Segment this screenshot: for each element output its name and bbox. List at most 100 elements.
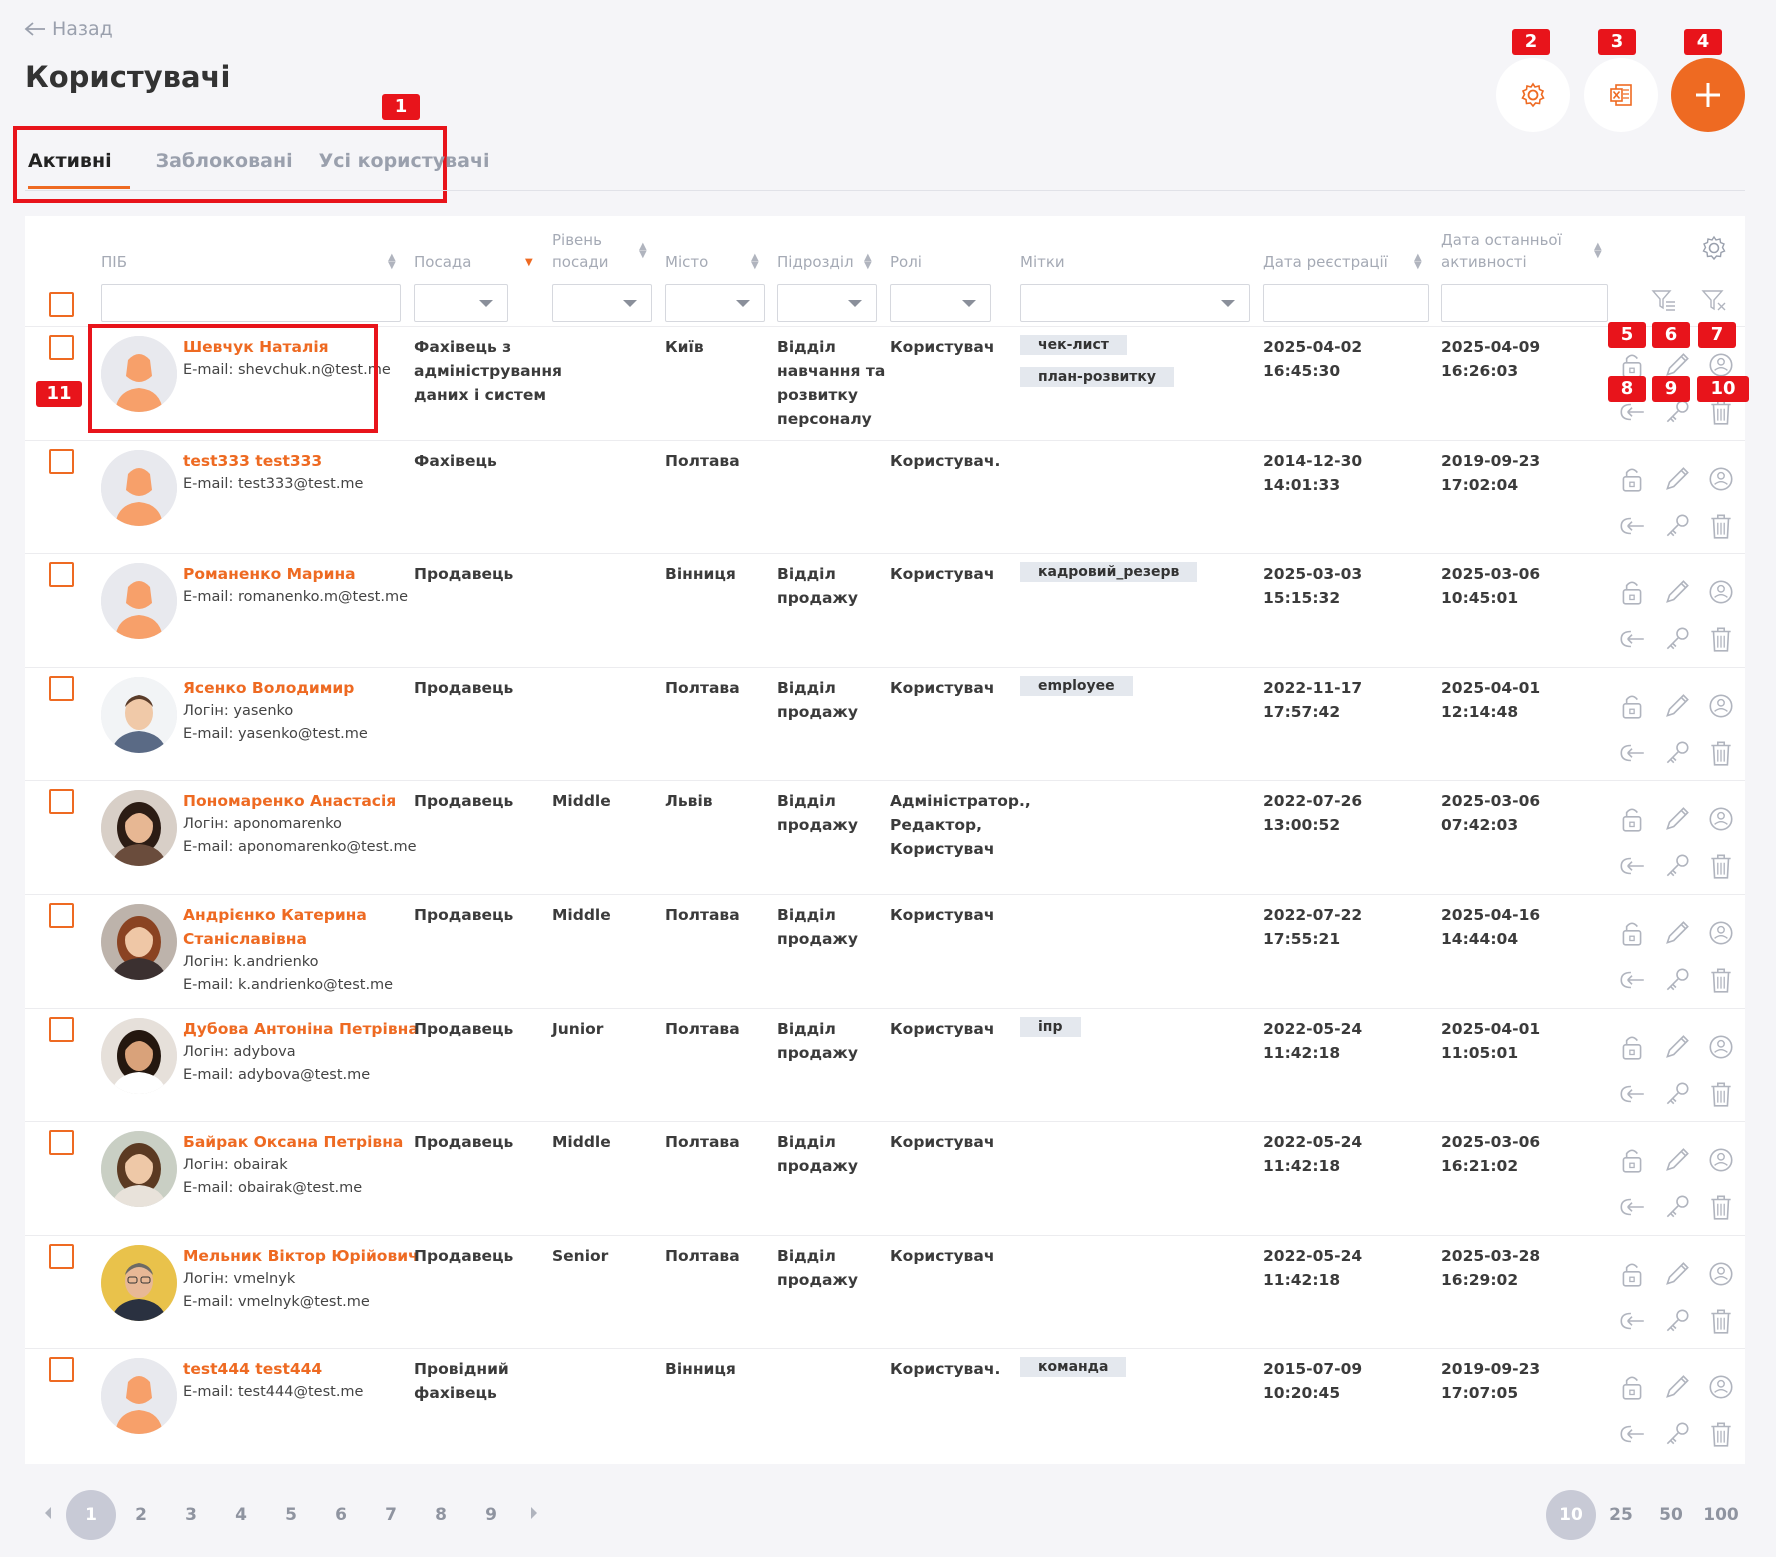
key-icon[interactable] xyxy=(1662,624,1692,654)
page-9-button[interactable]: 9 xyxy=(466,1490,516,1540)
user-badge-icon[interactable] xyxy=(1706,918,1736,948)
pencil-icon[interactable] xyxy=(1662,464,1692,494)
user-tag[interactable]: план-розвитку xyxy=(1020,367,1175,387)
page-size-25-button[interactable]: 25 xyxy=(1596,1490,1646,1540)
user-badge-icon[interactable] xyxy=(1706,691,1736,721)
col-position[interactable]: Посада xyxy=(414,251,471,273)
col-last-active-line1[interactable]: Дата останньої xyxy=(1441,229,1562,251)
pencil-icon[interactable] xyxy=(1662,804,1692,834)
export-excel-button[interactable] xyxy=(1584,58,1658,132)
key-icon[interactable] xyxy=(1662,1079,1692,1109)
trash-icon[interactable] xyxy=(1706,511,1736,541)
filter-city-select[interactable] xyxy=(665,284,765,322)
sort-position-active[interactable]: ▼ xyxy=(525,258,533,268)
page-size-50-button[interactable]: 50 xyxy=(1646,1490,1696,1540)
prev-page-button[interactable] xyxy=(30,1490,66,1540)
logout-icon[interactable] xyxy=(1617,1306,1647,1336)
user-name-link-cont[interactable]: Станіславівна xyxy=(183,927,307,951)
lock-icon[interactable] xyxy=(1617,691,1647,721)
pencil-icon[interactable] xyxy=(1662,1259,1692,1289)
user-badge-icon[interactable] xyxy=(1706,577,1736,607)
lock-icon[interactable] xyxy=(1617,1259,1647,1289)
page-6-button[interactable]: 6 xyxy=(316,1490,366,1540)
user-name-link[interactable]: test444 test444 xyxy=(183,1357,322,1381)
user-badge-icon[interactable] xyxy=(1706,804,1736,834)
user-tag[interactable]: кадровий_резерв xyxy=(1020,562,1198,582)
filter-fio-input[interactable] xyxy=(101,284,401,322)
columns-settings-icon[interactable] xyxy=(1700,234,1728,262)
logout-icon[interactable] xyxy=(1617,624,1647,654)
row-checkbox[interactable] xyxy=(49,1130,74,1155)
back-link[interactable]: Назад xyxy=(24,18,113,40)
filter-roles-select[interactable] xyxy=(890,284,991,322)
tab-blocked[interactable]: Заблоковані xyxy=(156,150,293,189)
key-icon[interactable] xyxy=(1662,511,1692,541)
tab-active[interactable]: Активні xyxy=(28,150,130,189)
key-icon[interactable] xyxy=(1662,738,1692,768)
row-checkbox[interactable] xyxy=(49,1017,74,1042)
tab-all-users[interactable]: Усі користувачі xyxy=(319,150,490,189)
row-checkbox[interactable] xyxy=(49,1357,74,1382)
key-icon[interactable] xyxy=(1662,1419,1692,1449)
row-checkbox[interactable] xyxy=(49,676,74,701)
logout-icon[interactable] xyxy=(1617,1192,1647,1222)
lock-icon[interactable] xyxy=(1617,918,1647,948)
sort-level[interactable]: ▲ ▼ xyxy=(639,242,647,260)
lock-icon[interactable] xyxy=(1617,577,1647,607)
logout-icon[interactable] xyxy=(1617,1419,1647,1449)
filter-last-active-input[interactable] xyxy=(1441,284,1608,322)
key-icon[interactable] xyxy=(1662,965,1692,995)
row-checkbox[interactable] xyxy=(49,1244,74,1269)
key-icon[interactable] xyxy=(1662,1192,1692,1222)
user-badge-icon[interactable] xyxy=(1706,1372,1736,1402)
lock-icon[interactable] xyxy=(1617,804,1647,834)
user-tag[interactable]: команда xyxy=(1020,1357,1127,1377)
pencil-icon[interactable] xyxy=(1662,918,1692,948)
filter-settings-icon[interactable] xyxy=(1650,286,1678,314)
pencil-icon[interactable] xyxy=(1662,577,1692,607)
page-1-button[interactable]: 1 xyxy=(66,1490,116,1540)
page-8-button[interactable]: 8 xyxy=(416,1490,466,1540)
user-tag[interactable]: employee xyxy=(1020,676,1133,696)
filter-tags-select[interactable] xyxy=(1020,284,1250,322)
user-name-link[interactable]: test333 test333 xyxy=(183,449,322,473)
col-level-line1[interactable]: Рівень xyxy=(552,229,602,251)
user-badge-icon[interactable] xyxy=(1706,1032,1736,1062)
page-size-10-button[interactable]: 10 xyxy=(1546,1490,1596,1540)
user-badge-icon[interactable] xyxy=(1706,1145,1736,1175)
logout-icon[interactable] xyxy=(1617,851,1647,881)
logout-icon[interactable] xyxy=(1617,511,1647,541)
sort-department[interactable]: ▲ ▼ xyxy=(864,253,872,271)
trash-icon[interactable] xyxy=(1706,851,1736,881)
col-department[interactable]: Підрозділ xyxy=(777,251,854,273)
user-tag[interactable]: чек-лист xyxy=(1020,335,1127,355)
col-city[interactable]: Місто xyxy=(665,251,708,273)
trash-icon[interactable] xyxy=(1706,965,1736,995)
user-name-link[interactable]: Андрієнко Катерина xyxy=(183,903,367,927)
row-checkbox[interactable] xyxy=(49,335,74,360)
pencil-icon[interactable] xyxy=(1662,1145,1692,1175)
page-7-button[interactable]: 7 xyxy=(366,1490,416,1540)
logout-icon[interactable] xyxy=(1617,1079,1647,1109)
row-checkbox[interactable] xyxy=(49,789,74,814)
logout-icon[interactable] xyxy=(1617,738,1647,768)
trash-icon[interactable] xyxy=(1706,1079,1736,1109)
row-checkbox[interactable] xyxy=(49,562,74,587)
user-name-link[interactable]: Романенко Марина xyxy=(183,562,356,586)
user-badge-icon[interactable] xyxy=(1706,1259,1736,1289)
sort-city[interactable]: ▲ ▼ xyxy=(751,253,759,271)
page-3-button[interactable]: 3 xyxy=(166,1490,216,1540)
trash-icon[interactable] xyxy=(1706,624,1736,654)
user-name-link[interactable]: Дубова Антоніна Петрівна xyxy=(183,1017,419,1041)
key-icon[interactable] xyxy=(1662,1306,1692,1336)
sort-reg-date[interactable]: ▲ ▼ xyxy=(1414,253,1422,271)
trash-icon[interactable] xyxy=(1706,738,1736,768)
pencil-icon[interactable] xyxy=(1662,1032,1692,1062)
trash-icon[interactable] xyxy=(1706,1306,1736,1336)
select-all-checkbox[interactable] xyxy=(49,292,74,317)
trash-icon[interactable] xyxy=(1706,1419,1736,1449)
clear-filter-icon[interactable] xyxy=(1700,286,1728,314)
col-fio[interactable]: ПІБ xyxy=(101,251,127,273)
col-reg-date[interactable]: Дата реєстрації xyxy=(1263,251,1388,273)
filter-reg-date-input[interactable] xyxy=(1263,284,1429,322)
